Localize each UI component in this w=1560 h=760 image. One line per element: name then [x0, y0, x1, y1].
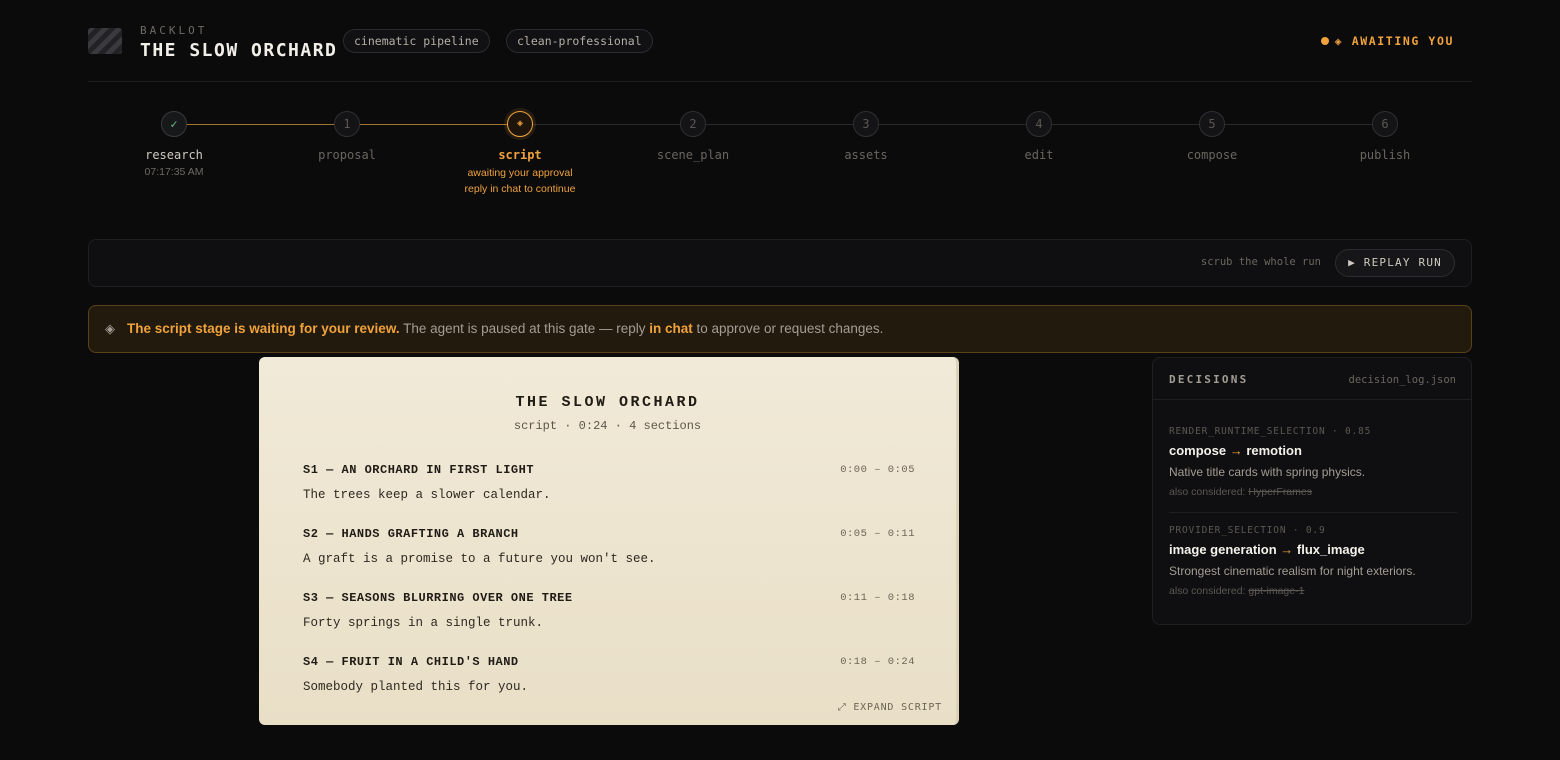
arrow-right-icon: → [1226, 443, 1247, 458]
step-number: 1 [334, 111, 360, 137]
expand-script-button[interactable]: ⤢ EXPAND SCRIPT [838, 702, 942, 713]
run-status-label: ◈ AWAITING YOU [1334, 34, 1454, 48]
step-reply-line: reply in chat to continue [464, 183, 576, 195]
decision-stage: image generation [1169, 542, 1277, 557]
decision-key: RENDER_RUNTIME_SELECTION · 0.85 [1169, 426, 1372, 437]
section-timecode: 0:18 – 0:24 [840, 656, 915, 668]
decision-key: PROVIDER_SELECTION · 0.9 [1169, 525, 1326, 536]
decision-reason: Strongest cinematic realism for night ex… [1169, 564, 1416, 578]
in-chat-link[interactable]: in chat [649, 321, 693, 336]
section-heading: S3 — SEASONS BLURRING OVER ONE TREE [303, 591, 573, 605]
alert-headline: The script stage is waiting for your rev… [127, 321, 400, 336]
decision-reason: Native title cards with spring physics. [1169, 465, 1366, 479]
alt-label: also considered: [1169, 486, 1249, 498]
step-label: scene_plan [656, 148, 730, 162]
decision-alternatives: also considered: gpt-image-1 [1169, 585, 1457, 597]
replay-run-button[interactable]: ▶ REPLAY RUN [1335, 249, 1455, 277]
decision-item: RENDER_RUNTIME_SELECTION · 0.85 compose … [1169, 426, 1457, 498]
review-alert: ◈ The script stage is waiting for your r… [88, 305, 1472, 353]
decisions-header: DECISIONS decision_log.json [1153, 358, 1471, 400]
section-line: The trees keep a slower calendar. [303, 488, 551, 502]
step-publish[interactable]: 6 publish [1310, 110, 1460, 162]
step-label: proposal [318, 148, 376, 162]
decision-choice: image generation → flux_image [1169, 542, 1457, 557]
section-heading: S1 — AN ORCHARD IN FIRST LIGHT [303, 463, 535, 477]
alt-option: HyperFrames [1248, 486, 1312, 498]
step-timestamp: 07:17:35 AM [144, 166, 204, 178]
script-card: THE SLOW ORCHARD script · 0:24 · 4 secti… [259, 357, 959, 725]
run-status: ◈ AWAITING YOU [1320, 34, 1454, 48]
section-timecode: 0:11 – 0:18 [840, 592, 915, 604]
project-title: THE SLOW ORCHARD [140, 40, 338, 61]
decision-log-link[interactable]: decision_log.json [1349, 374, 1456, 386]
pipeline-stepper: ✓ research 07:17:35 AM 1 proposal ◈ scri… [88, 110, 1472, 210]
brand-name: BACKLOT [140, 24, 208, 37]
pipeline-chip[interactable]: cinematic pipeline [343, 29, 490, 53]
decisions-title: DECISIONS [1169, 373, 1249, 386]
step-label: research [145, 148, 203, 162]
step-research[interactable]: ✓ research 07:17:35 AM [99, 110, 249, 178]
alert-text: The agent is paused at this gate — reply [399, 321, 650, 336]
step-label: script [498, 148, 542, 162]
step-compose[interactable]: 5 compose [1137, 110, 1287, 162]
decisions-panel: DECISIONS decision_log.json RENDER_RUNTI… [1152, 357, 1472, 625]
step-awaiting-line: awaiting your approval [467, 167, 573, 179]
step-awaiting-note: awaiting your approval reply in chat to … [445, 165, 595, 197]
decision-selected: flux_image [1296, 542, 1365, 557]
decision-selected: remotion [1246, 443, 1302, 458]
alt-label: also considered: [1169, 585, 1249, 597]
section-line: A graft is a promise to a future you won… [303, 552, 656, 566]
step-label: edit [1024, 148, 1054, 162]
logo-icon [88, 28, 122, 54]
step-number: 3 [853, 111, 879, 137]
step-script[interactable]: ◈ script awaiting your approval reply in… [445, 110, 595, 197]
step-label: compose [1186, 148, 1238, 162]
decision-choice: compose → remotion [1169, 443, 1457, 458]
step-number: 6 [1372, 111, 1398, 137]
step-label: publish [1359, 148, 1411, 162]
alert-text-end: to approve or request changes. [692, 321, 884, 336]
decision-alternatives: also considered: HyperFrames [1169, 486, 1457, 498]
alt-option: gpt-image-1 [1248, 585, 1305, 597]
script-section: S3 — SEASONS BLURRING OVER ONE TREE 0:11… [303, 591, 915, 630]
step-label: assets [844, 148, 888, 162]
step-proposal[interactable]: 1 proposal [272, 110, 422, 162]
style-chip[interactable]: clean-professional [506, 29, 653, 53]
replay-bar: scrub the whole run ▶ REPLAY RUN [88, 239, 1472, 287]
decision-item: PROVIDER_SELECTION · 0.9 image generatio… [1169, 512, 1457, 597]
step-number: 5 [1199, 111, 1225, 137]
section-line: Somebody planted this for you. [303, 680, 529, 694]
replay-hint: scrub the whole run [1200, 256, 1321, 268]
script-meta: script · 0:24 · 4 sections [513, 419, 702, 433]
section-timecode: 0:00 – 0:05 [840, 464, 915, 476]
script-title: THE SLOW ORCHARD [515, 394, 700, 411]
section-line: Forty springs in a single trunk. [303, 616, 544, 630]
check-icon: ✓ [161, 111, 187, 137]
diamond-icon: ◈ [105, 321, 115, 336]
section-timecode: 0:05 – 0:11 [840, 528, 915, 540]
step-assets[interactable]: 3 assets [791, 110, 941, 162]
step-number: 2 [680, 111, 706, 137]
script-section: S1 — AN ORCHARD IN FIRST LIGHT 0:00 – 0:… [303, 463, 915, 502]
step-number: 4 [1026, 111, 1052, 137]
gate-diamond-icon: ◈ [507, 111, 533, 137]
section-heading: S4 — FRUIT IN A CHILD'S HAND [303, 655, 519, 669]
arrow-right-icon: → [1276, 542, 1297, 557]
step-scene-plan[interactable]: 2 scene_plan [618, 110, 768, 162]
step-edit[interactable]: 4 edit [964, 110, 1114, 162]
script-section: S4 — FRUIT IN A CHILD'S HAND 0:18 – 0:24… [303, 655, 915, 694]
status-dot-icon [1320, 37, 1329, 45]
section-heading: S2 — HANDS GRAFTING A BRANCH [303, 527, 519, 541]
app-header: BACKLOT THE SLOW ORCHARD cinematic pipel… [88, 22, 1472, 82]
decision-stage: compose [1169, 443, 1227, 458]
script-section: S2 — HANDS GRAFTING A BRANCH 0:05 – 0:11… [303, 527, 915, 566]
